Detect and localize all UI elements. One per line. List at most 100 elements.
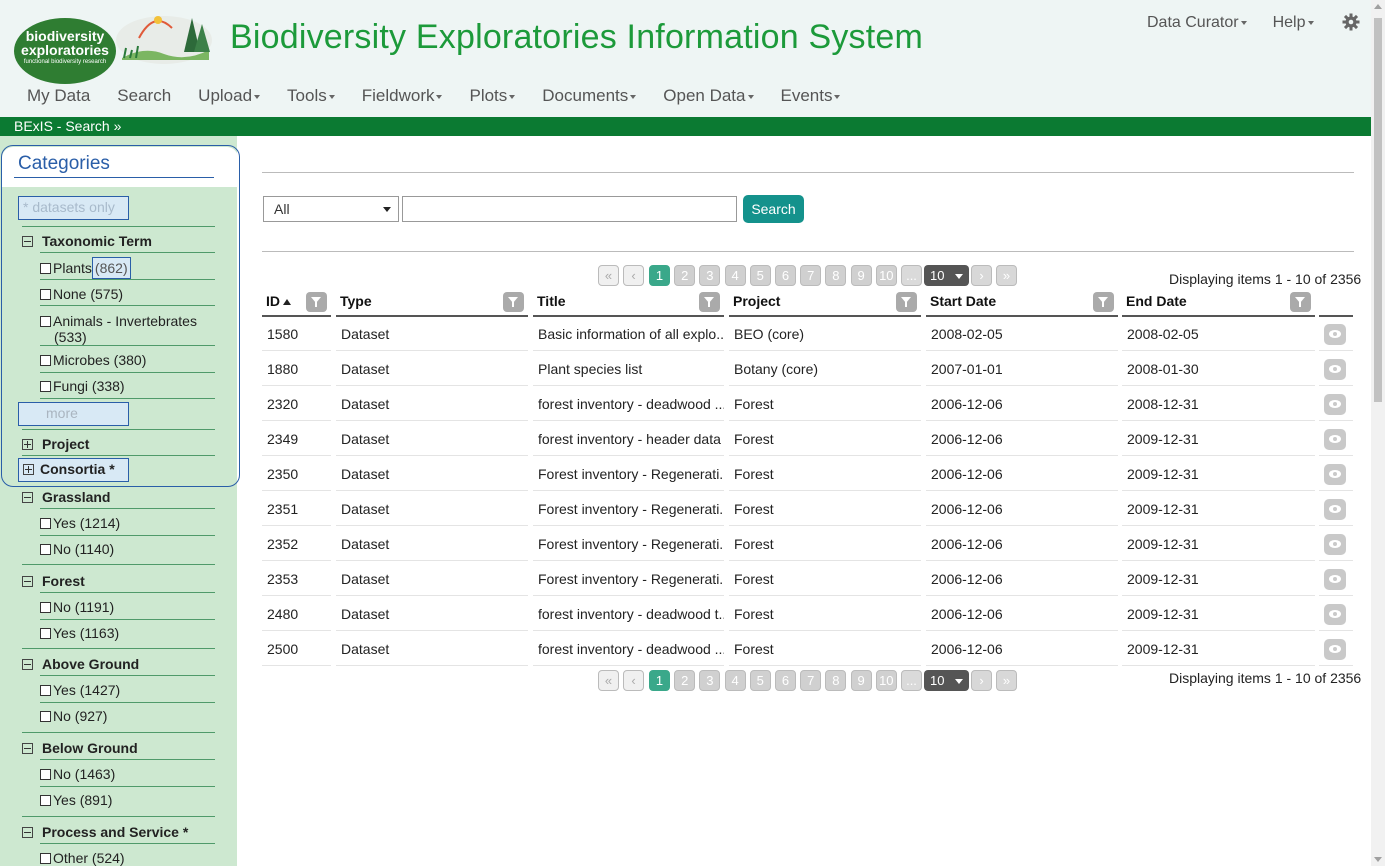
view-eye-icon[interactable] (1324, 429, 1346, 450)
facet-option[interactable]: No (1191) (40, 599, 114, 615)
view-eye-icon[interactable] (1324, 359, 1346, 380)
view-eye-icon[interactable] (1324, 324, 1346, 345)
filter-icon[interactable] (896, 292, 917, 312)
user-menu[interactable]: Data Curator (1147, 14, 1247, 32)
checkbox[interactable] (40, 355, 51, 366)
checkbox[interactable] (40, 711, 51, 722)
facet-consortia[interactable]: Consortia * (18, 458, 129, 482)
facet-option-fungi[interactable]: Fungi (338) (40, 378, 125, 394)
page-button-4[interactable]: 4 (724, 670, 746, 691)
filter-icon[interactable] (1093, 292, 1114, 312)
checkbox[interactable] (40, 263, 51, 274)
table-row[interactable]: 1580 Dataset Basic information of all expl… (262, 317, 1353, 352)
nav-documents[interactable]: Documents (542, 86, 637, 106)
scroll-down-icon[interactable] (1374, 857, 1382, 862)
facet-grassland[interactable]: Grassland (22, 489, 110, 505)
more-pages-button[interactable]: ... (901, 265, 922, 286)
table-row[interactable]: 2320 Dataset forest inventory - deadwood .… (262, 387, 1353, 422)
last-page-button[interactable]: » (996, 265, 1017, 286)
page-button-7[interactable]: 7 (800, 265, 822, 286)
page-scrollbar[interactable] (1371, 0, 1385, 866)
table-row[interactable]: 2352 Dataset Forest inventory - Regenerati… (262, 527, 1353, 562)
facet-option[interactable]: Other (524) (40, 850, 125, 866)
facet-option-none[interactable]: None (575) (40, 286, 123, 302)
search-button[interactable]: Search (743, 195, 804, 223)
nav-my-data[interactable]: My Data (27, 86, 90, 106)
checkbox[interactable] (40, 769, 51, 780)
gear-icon[interactable] (1341, 12, 1361, 32)
page-button-2[interactable]: 2 (674, 265, 696, 286)
table-row[interactable]: 2353 Dataset Forest inventory - Regenerati… (262, 562, 1353, 597)
table-row[interactable]: 2500 Dataset forest inventory - deadwood .… (262, 632, 1353, 667)
nav-upload[interactable]: Upload (198, 86, 261, 106)
page-button-10[interactable]: 10 (875, 265, 897, 286)
page-button-8[interactable]: 8 (825, 265, 847, 286)
checkbox[interactable] (40, 628, 51, 639)
page-button-4[interactable]: 4 (724, 265, 746, 286)
facet-option[interactable]: No (1140) (40, 541, 114, 557)
page-button-3[interactable]: 3 (699, 265, 721, 286)
facet-below-ground[interactable]: Below Ground (22, 740, 138, 756)
breadcrumb[interactable]: BExIS - Search » (0, 117, 1371, 136)
prev-page-button[interactable]: ‹ (623, 265, 644, 286)
last-page-button[interactable]: » (996, 670, 1017, 691)
page-size-select[interactable]: 10 (924, 670, 969, 691)
page-button-6[interactable]: 6 (775, 670, 796, 691)
facet-project[interactable]: Project (22, 436, 89, 452)
nav-open-data[interactable]: Open Data (663, 86, 754, 106)
facet-taxonomic-term[interactable]: Taxonomic Term (22, 233, 152, 249)
table-row[interactable]: 2350 Dataset Forest inventory - Regenerati… (262, 457, 1353, 492)
nav-search[interactable]: Search (117, 86, 171, 106)
first-page-button[interactable]: « (598, 670, 619, 691)
checkbox[interactable] (40, 795, 51, 806)
view-eye-icon[interactable] (1324, 464, 1346, 485)
nav-tools[interactable]: Tools (287, 86, 335, 106)
filter-icon[interactable] (699, 292, 720, 312)
checkbox[interactable] (40, 316, 51, 327)
search-input[interactable] (402, 196, 737, 222)
page-button-7[interactable]: 7 (800, 670, 822, 691)
table-row[interactable]: 2480 Dataset forest inventory - deadwood t… (262, 597, 1353, 632)
filter-icon[interactable] (306, 292, 327, 312)
column-header-start-date[interactable]: Start Date (926, 291, 1118, 317)
facet-option[interactable]: Yes (1214) (40, 515, 120, 531)
first-page-button[interactable]: « (598, 265, 619, 286)
filter-icon[interactable] (503, 292, 524, 312)
facet-option[interactable]: Yes (1427) (40, 682, 120, 698)
prev-page-button[interactable]: ‹ (623, 670, 644, 691)
next-page-button[interactable]: › (971, 670, 992, 691)
checkbox[interactable] (40, 853, 51, 864)
checkbox[interactable] (40, 518, 51, 529)
page-button-5[interactable]: 5 (749, 670, 771, 691)
table-row[interactable]: 2349 Dataset forest inventory - header dat… (262, 422, 1353, 457)
help-menu[interactable]: Help (1273, 14, 1314, 32)
facet-forest[interactable]: Forest (22, 573, 85, 589)
filter-icon[interactable] (1290, 292, 1311, 312)
column-header-end-date[interactable]: End Date (1122, 291, 1315, 317)
scroll-up-icon[interactable] (1374, 4, 1382, 9)
view-eye-icon[interactable] (1324, 604, 1346, 625)
checkbox[interactable] (40, 602, 51, 613)
search-scope-select[interactable]: All (263, 196, 399, 222)
page-button-2[interactable]: 2 (674, 670, 696, 691)
facet-process-and-service[interactable]: Process and Service * (22, 824, 188, 840)
facet-option[interactable]: Yes (1163) (40, 625, 119, 641)
column-header-title[interactable]: Title (533, 291, 724, 317)
column-header-id[interactable]: ID (262, 291, 331, 317)
column-header-type[interactable]: Type (336, 291, 528, 317)
facet-option[interactable]: No (927) (40, 708, 107, 724)
checkbox[interactable] (40, 381, 51, 392)
column-header-project[interactable]: Project (729, 291, 921, 317)
page-button-9[interactable]: 9 (850, 265, 872, 286)
view-eye-icon[interactable] (1324, 569, 1346, 590)
page-button-1[interactable]: 1 (649, 670, 670, 691)
page-size-select[interactable]: 10 (924, 265, 969, 286)
facet-above-ground[interactable]: Above Ground (22, 656, 139, 672)
checkbox[interactable] (40, 685, 51, 696)
nav-fieldwork[interactable]: Fieldwork (362, 86, 443, 106)
scrollbar-thumb[interactable] (1374, 18, 1382, 402)
facet-option[interactable]: Yes (891) (40, 792, 112, 808)
page-button-1[interactable]: 1 (649, 265, 670, 286)
facet-option-plants[interactable]: Plants (862) (40, 257, 131, 279)
page-button-3[interactable]: 3 (699, 670, 721, 691)
